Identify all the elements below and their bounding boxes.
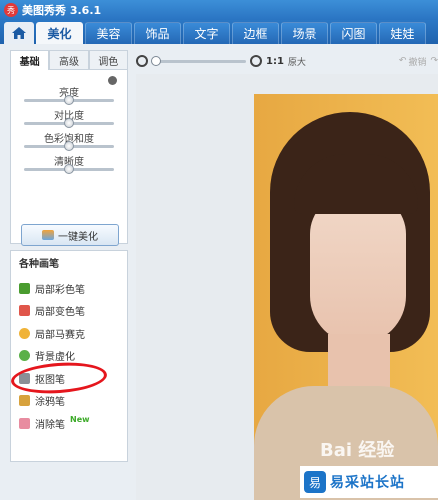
sharpness-knob[interactable] xyxy=(64,164,74,174)
redo-icon: ↷ xyxy=(430,56,438,66)
brush-label: 背景虚化 xyxy=(35,352,75,364)
saturation-slider[interactable] xyxy=(24,141,114,151)
one-key-beautify-label: 一键美化 xyxy=(58,231,98,243)
sub-tabs: 基础 高级 调色 xyxy=(10,50,128,70)
redo-button[interactable]: ↷ xyxy=(430,56,438,66)
app-logo: 秀 xyxy=(4,3,18,17)
brush-item-color[interactable]: 局部彩色笔 xyxy=(19,277,119,300)
brush-item-doodle[interactable]: 涂鸦笔 xyxy=(19,390,119,413)
magic-wand-icon xyxy=(42,230,54,240)
home-tab[interactable] xyxy=(4,22,34,44)
cutout-brush-icon xyxy=(19,372,30,384)
brush-item-recolor[interactable]: 局部变色笔 xyxy=(19,300,119,323)
brightness-slider-group: 亮度 xyxy=(11,84,127,105)
reset-icon[interactable] xyxy=(108,76,117,85)
saturation-knob[interactable] xyxy=(64,141,74,151)
undo-icon: ↶ xyxy=(398,56,407,66)
baidu-watermark: Bai 经验 xyxy=(320,440,395,461)
color-brush-icon xyxy=(19,282,30,294)
zoom-in-icon[interactable] xyxy=(250,55,262,67)
zoom-knob[interactable] xyxy=(151,55,161,66)
original-size-button[interactable]: 原大 xyxy=(288,55,306,68)
brush-item-cutout[interactable]: 抠图笔 xyxy=(10,359,119,397)
tab-beauty[interactable]: 美容 xyxy=(85,22,132,44)
recolor-brush-icon xyxy=(19,305,30,317)
tab-dolls[interactable]: 娃娃 xyxy=(379,22,426,44)
zoom-out-icon[interactable] xyxy=(136,55,148,67)
contrast-knob[interactable] xyxy=(64,118,74,128)
tab-accessories[interactable]: 饰品 xyxy=(134,22,181,44)
contrast-slider-group: 对比度 xyxy=(11,107,127,128)
brush-label: 涂鸦笔 xyxy=(35,397,65,409)
brush-label: 局部彩色笔 xyxy=(35,284,85,296)
brush-label: 消除笔 xyxy=(35,419,65,431)
brightness-knob[interactable] xyxy=(64,95,74,105)
brush-item-blur[interactable]: 背景虚化 xyxy=(19,345,119,368)
title-bar: 秀 美图秀秀 3.6.1 xyxy=(0,0,438,20)
brush-label: 局部变色笔 xyxy=(35,307,85,319)
doodle-pen-icon xyxy=(19,395,30,407)
home-icon xyxy=(12,27,26,39)
image-canvas[interactable]: Bai 经验 xyxy=(136,74,438,500)
one-key-beautify-button[interactable]: 一键美化 xyxy=(21,224,119,246)
site-logo-mark: 易 xyxy=(304,471,326,493)
eraser-icon xyxy=(19,417,30,429)
subtab-advanced[interactable]: 高级 xyxy=(49,50,89,70)
new-badge: New xyxy=(70,414,90,424)
tab-flash[interactable]: 闪图 xyxy=(330,22,377,44)
blur-icon xyxy=(19,350,30,362)
tab-beautify[interactable]: 美化 xyxy=(36,22,83,44)
brush-label: 抠图笔 xyxy=(35,374,65,386)
photo-neck xyxy=(328,334,390,394)
zoom-toolbar: 1:1 原大 ↶ 撤销 ↷ xyxy=(136,50,438,72)
brush-label: 局部马赛克 xyxy=(35,329,85,341)
saturation-slider-group: 色彩饱和度 xyxy=(11,130,127,151)
brightness-slider[interactable] xyxy=(24,95,114,105)
zoom-slider[interactable] xyxy=(151,55,246,66)
mosaic-icon xyxy=(19,327,30,339)
left-panel: 基础 高级 调色 亮度 对比度 色彩饱和度 清晰度 一键美化 各种画笔 局部彩色… xyxy=(10,50,128,462)
sharpness-slider-group: 清晰度 xyxy=(11,153,127,174)
undo-label: 撤销 xyxy=(408,57,427,68)
subtab-color[interactable]: 调色 xyxy=(88,50,128,70)
main-nav: 美化 美容 饰品 文字 边框 场景 闪图 娃娃 xyxy=(0,20,438,44)
brush-panel: 各种画笔 局部彩色笔 局部变色笔 局部马赛克 背景虚化 抠图笔 涂鸦笔 消除笔 … xyxy=(10,250,128,462)
subtab-basic[interactable]: 基础 xyxy=(10,50,50,70)
adjust-panel: 亮度 对比度 色彩饱和度 清晰度 一键美化 xyxy=(10,70,128,246)
tab-text[interactable]: 文字 xyxy=(183,22,230,44)
brush-item-eraser[interactable]: 消除笔 New xyxy=(19,412,119,435)
tab-scenes[interactable]: 场景 xyxy=(281,22,328,44)
app-title: 美图秀秀 3.6.1 xyxy=(22,4,102,17)
tab-frames[interactable]: 边框 xyxy=(232,22,279,44)
contrast-slider[interactable] xyxy=(24,118,114,128)
sharpness-slider[interactable] xyxy=(24,164,114,174)
brush-item-mosaic[interactable]: 局部马赛克 xyxy=(19,322,119,345)
photo-face xyxy=(310,194,406,344)
ratio-button[interactable]: 1:1 xyxy=(266,56,284,67)
site-logo: 易 易采站长站 xyxy=(300,466,438,498)
brush-panel-title: 各种画笔 xyxy=(19,259,59,270)
site-logo-text: 易采站长站 xyxy=(330,475,405,491)
undo-button[interactable]: ↶ 撤销 xyxy=(399,55,427,68)
